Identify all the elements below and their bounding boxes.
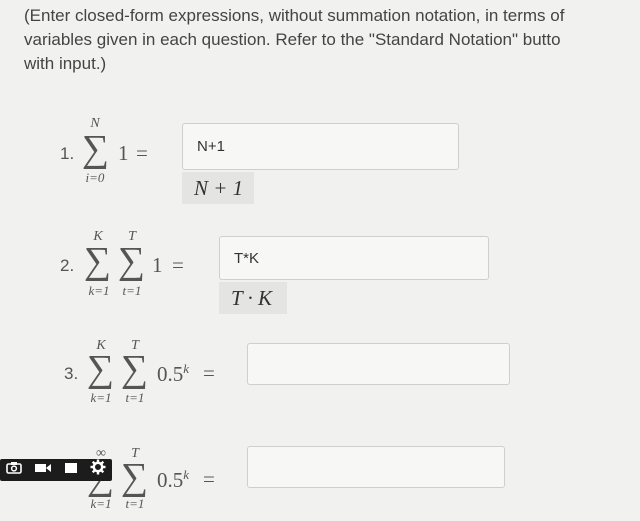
sum-lower-limit-inner: t=1 (125, 390, 145, 405)
sum-lower-limit-inner: t=1 (122, 283, 142, 298)
gear-icon[interactable] (90, 459, 106, 482)
summation-symbol: ∑ (82, 128, 110, 170)
instructions-line-3: with input.) (24, 54, 107, 73)
equals-sign: = (203, 361, 215, 385)
summand: 1 (118, 141, 129, 165)
sum-lower-limit-outer: k=1 (90, 390, 112, 405)
summand-base: 0.5 (157, 362, 184, 386)
sum-lower-limit-inner: t=1 (125, 496, 145, 511)
summand: 0.5k (157, 361, 189, 387)
answer-preview-1: N + 1 (182, 172, 254, 204)
summand-exponent: k (183, 467, 190, 482)
square-icon[interactable] (64, 459, 78, 481)
summation-symbol-inner: ∑ (121, 348, 149, 390)
sum-lower-limit-outer: k=1 (90, 496, 112, 511)
equals-sign: = (203, 467, 215, 491)
summation-symbol-outer: ∑ (87, 348, 115, 390)
camera-icon[interactable] (6, 459, 22, 481)
summation-symbol-inner: ∑ (121, 456, 149, 498)
summation-symbol-inner: ∑ (118, 240, 146, 282)
summation-symbol-outer: ∑ (84, 240, 112, 282)
question-number: 2. (60, 256, 75, 275)
video-icon[interactable] (34, 459, 52, 481)
question-number: 3. (64, 364, 79, 383)
answer-input-4[interactable] (247, 446, 505, 488)
sum-lower-limit: i=0 (85, 170, 105, 185)
sum-lower-limit-outer: k=1 (88, 283, 110, 298)
answer-input-2[interactable] (219, 236, 489, 280)
answer-input-3[interactable] (247, 343, 510, 385)
answer-input-1[interactable] (182, 123, 459, 170)
instructions: (Enter closed-form expressions, without … (24, 4, 640, 76)
equals-sign: = (172, 253, 184, 277)
instructions-line-1: (Enter closed-form expressions, without … (24, 6, 565, 25)
summand: 1 (152, 253, 163, 277)
instructions-line-2: variables given in each question. Refer … (24, 30, 561, 49)
summand: 0.5k (157, 467, 189, 493)
screen-capture-toolbar (0, 459, 112, 481)
question-number: 1. (60, 144, 75, 163)
equals-sign: = (136, 141, 148, 165)
summand-exponent: k (183, 361, 190, 376)
summand-base: 0.5 (157, 468, 184, 492)
answer-preview-2: T · K (219, 282, 287, 314)
